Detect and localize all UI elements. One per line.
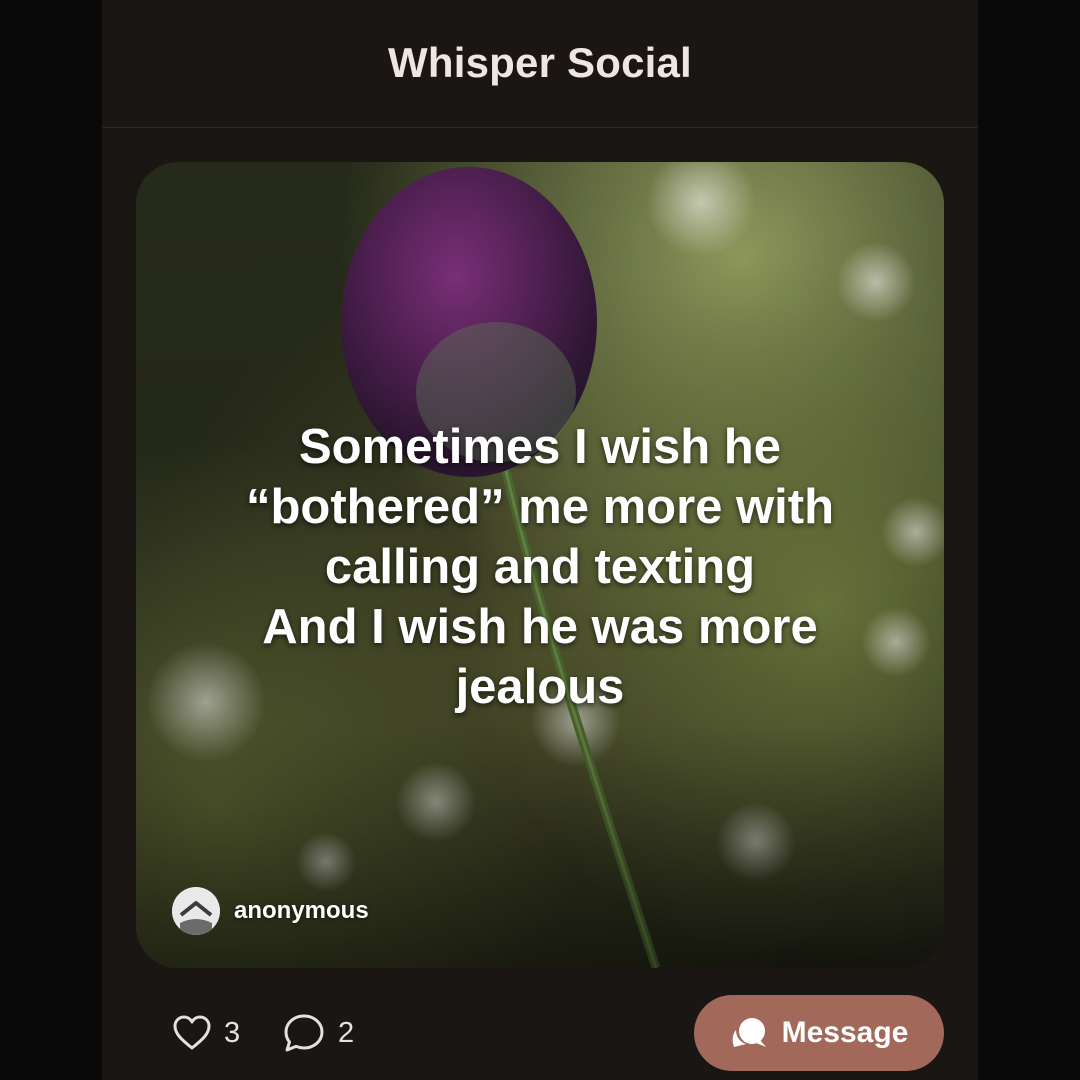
- comment-button[interactable]: 2: [282, 1010, 354, 1056]
- avatar: [172, 887, 220, 935]
- like-count: 3: [224, 1016, 241, 1049]
- like-button[interactable]: 3: [172, 1010, 240, 1056]
- post-card[interactable]: Sometimes I wish he “bothered” me more w…: [136, 162, 944, 968]
- message-label: Message: [781, 1016, 909, 1049]
- speech-bubble-outline-icon: [284, 1014, 324, 1052]
- post-author[interactable]: anonymous: [172, 886, 369, 936]
- author-name: anonymous: [234, 897, 369, 924]
- heart-outline-icon: [173, 1015, 211, 1050]
- anonymous-avatar-icon: [172, 887, 220, 935]
- post-actions: 3 2 Message: [102, 990, 978, 1080]
- chat-bubbles-icon: [732, 1018, 766, 1047]
- app-title: Whisper Social: [388, 38, 692, 86]
- message-button[interactable]: Message: [694, 995, 944, 1071]
- post-text: Sometimes I wish he “bothered” me more w…: [245, 420, 835, 714]
- app-panel: Whisper Social Sometimes I wish he “both…: [102, 0, 978, 1080]
- comment-count: 2: [338, 1016, 355, 1049]
- header: Whisper Social: [102, 0, 978, 128]
